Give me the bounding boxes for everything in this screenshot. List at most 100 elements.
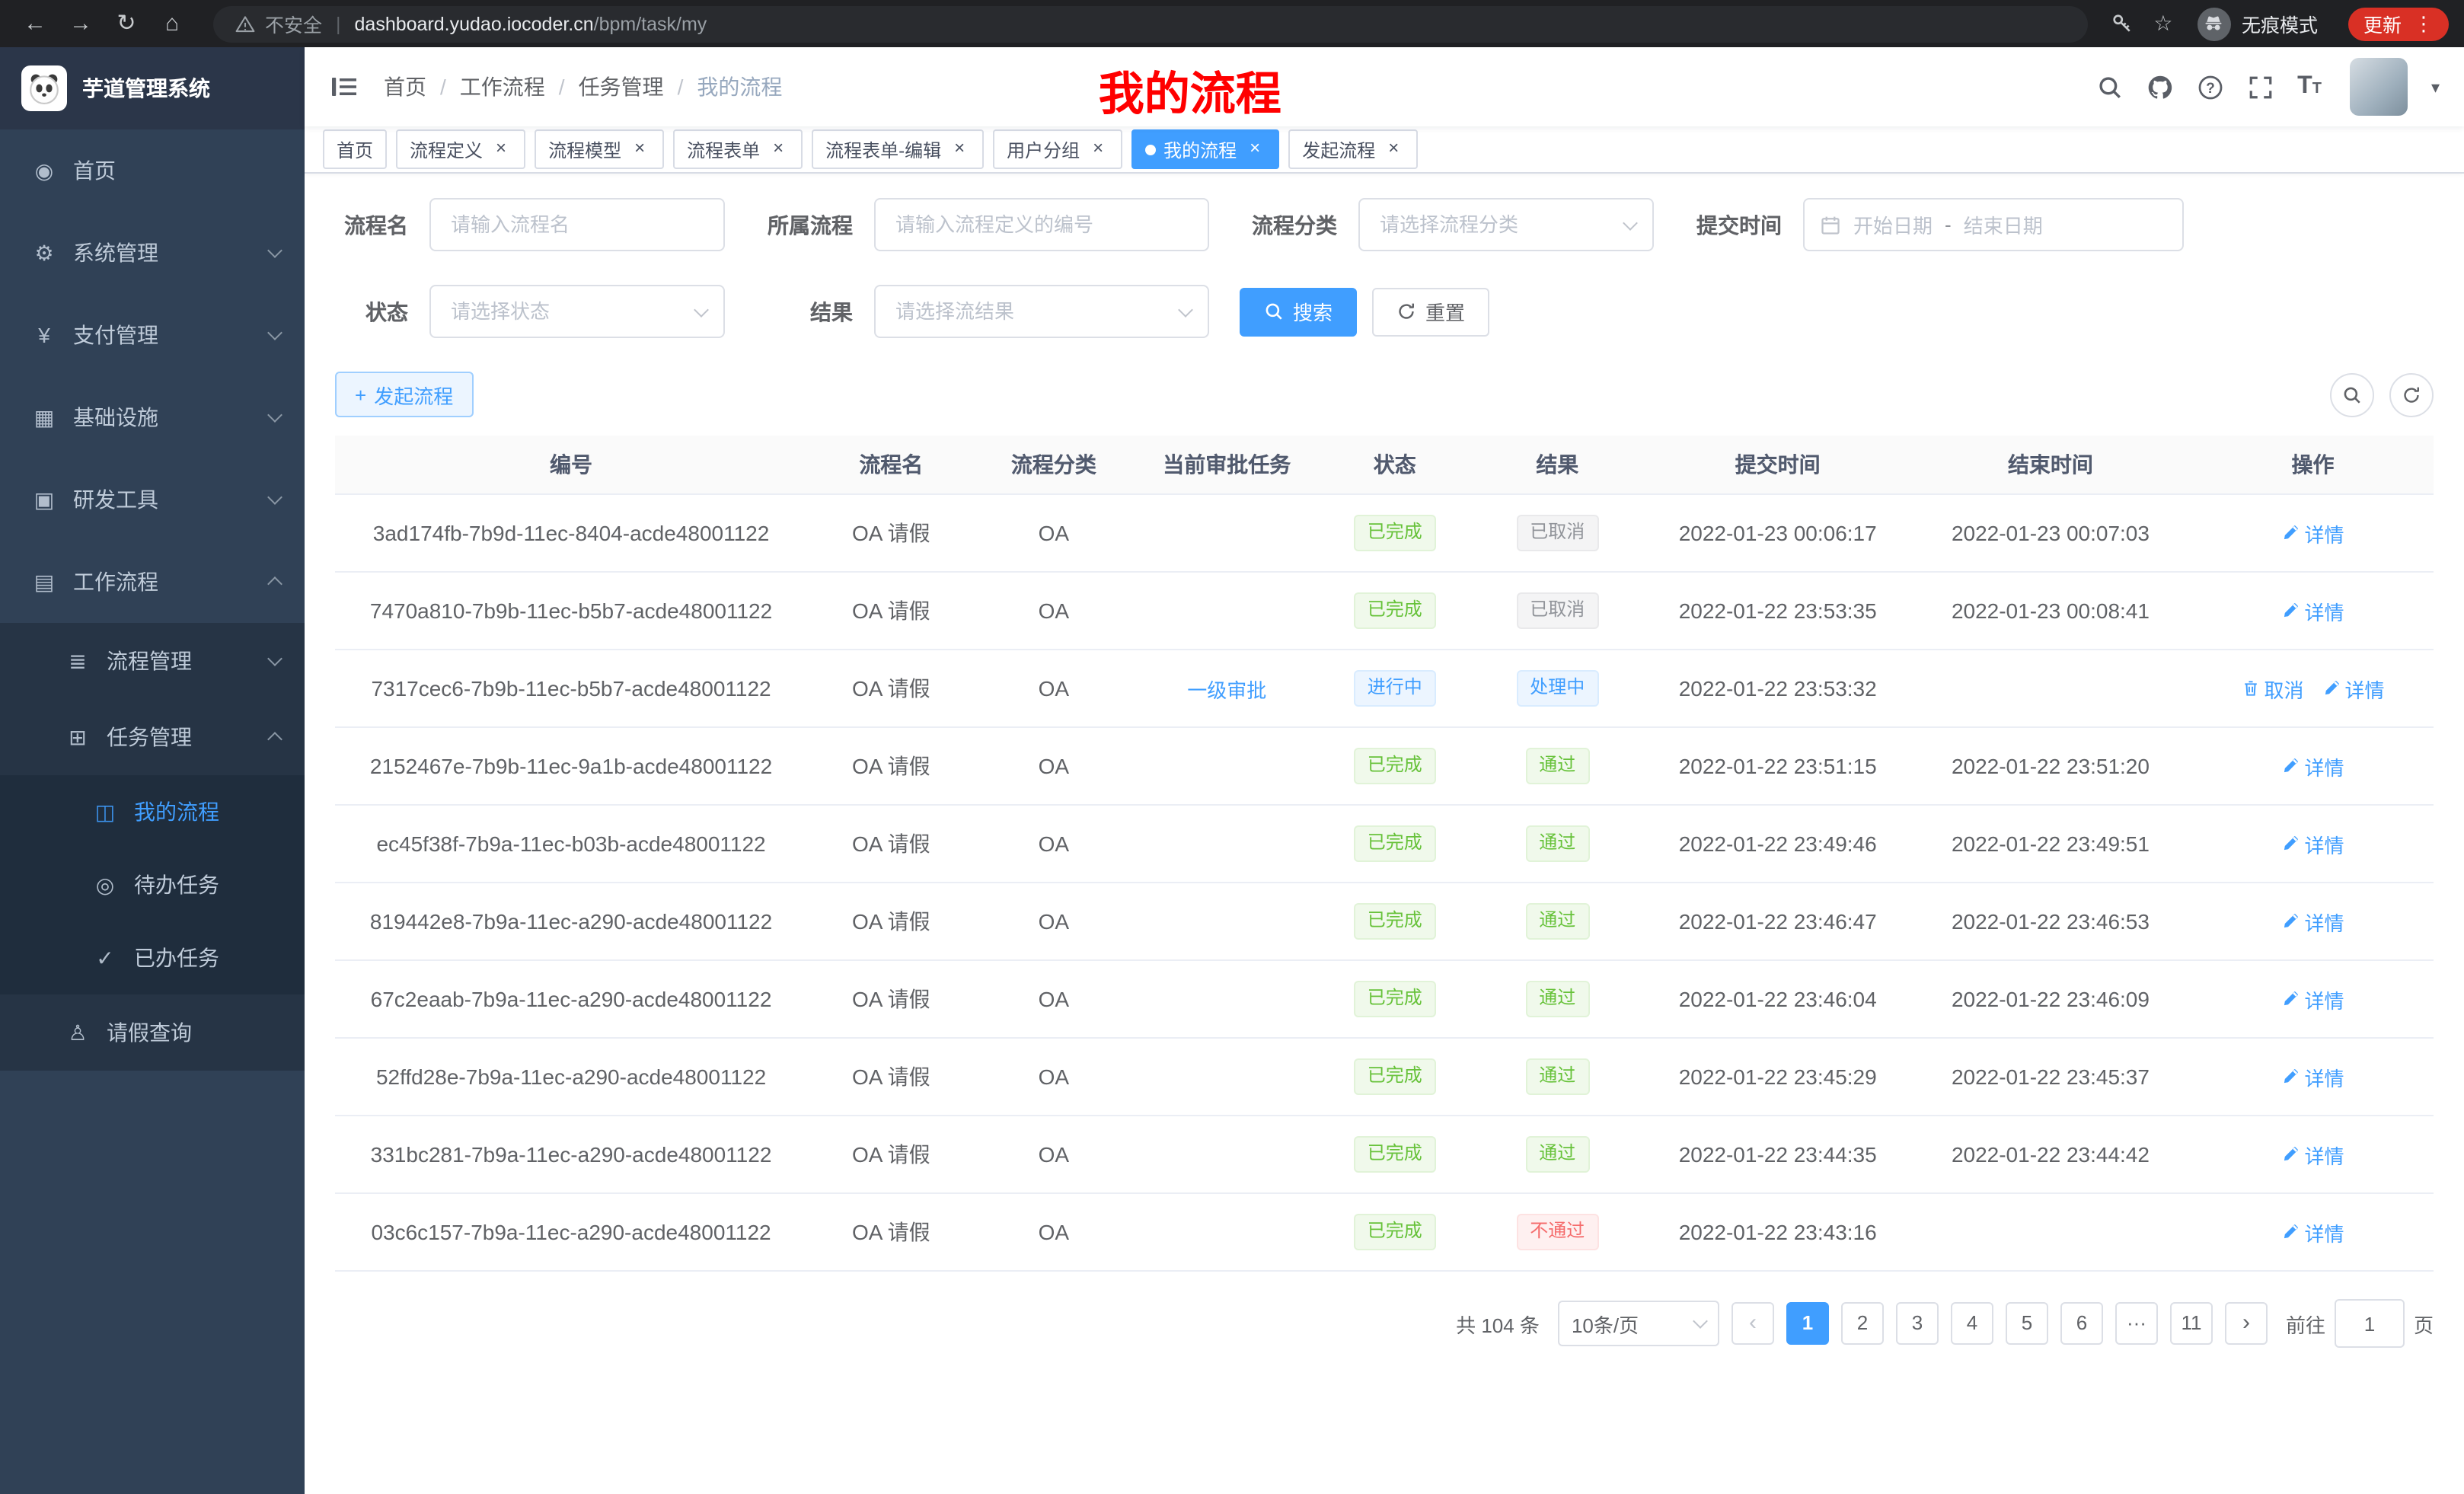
close-icon[interactable]: × xyxy=(490,139,512,160)
edit-icon xyxy=(2281,835,2300,853)
page-button-6[interactable]: 6 xyxy=(2060,1302,2103,1345)
detail-link[interactable]: 详情 xyxy=(2281,1218,2344,1247)
tab-流程模型[interactable]: 流程模型× xyxy=(535,129,664,169)
page-size-select[interactable]: 10条/页 xyxy=(1558,1301,1719,1346)
reload-icon[interactable]: ↻ xyxy=(107,0,146,47)
table-refresh-button[interactable] xyxy=(2389,372,2434,417)
page-button-1[interactable]: 1 xyxy=(1786,1302,1829,1345)
cancel-link[interactable]: 取消 xyxy=(2241,674,2303,703)
process-id-cell: 03c6c157-7b9a-11ec-a290-acde48001122 xyxy=(335,1193,807,1271)
page-button-3[interactable]: 3 xyxy=(1896,1302,1939,1345)
status-select-input[interactable] xyxy=(448,298,687,324)
detail-link[interactable]: 详情 xyxy=(2281,596,2344,625)
url-bar[interactable]: 不安全 | dashboard.yudao.iocoder.cn/bpm/tas… xyxy=(213,5,2088,42)
sidebar-item-system-mgmt[interactable]: ⚙系统管理 xyxy=(0,212,305,294)
close-icon[interactable]: × xyxy=(1087,139,1109,160)
status-select[interactable] xyxy=(429,285,725,338)
sidebar-item-done-tasks[interactable]: ✓已办任务 xyxy=(0,921,305,994)
start-process-button[interactable]: + 发起流程 xyxy=(335,372,473,417)
page-button-5[interactable]: 5 xyxy=(2006,1302,2048,1345)
detail-link[interactable]: 详情 xyxy=(2281,985,2344,1014)
prev-page-button[interactable]: ‹ xyxy=(1732,1302,1774,1345)
forward-icon[interactable]: → xyxy=(61,0,101,47)
font-size-icon[interactable]: TT xyxy=(2297,75,2322,99)
app-logo[interactable]: 芋道管理系统 xyxy=(0,47,305,129)
top-navbar: 首页/工作流程/任务管理/我的流程 我的流程 ? TT ▾ xyxy=(305,47,2464,126)
sidebar-item-payment-mgmt[interactable]: ¥支付管理 xyxy=(0,294,305,376)
page-button-4[interactable]: 4 xyxy=(1951,1302,1993,1345)
search-button[interactable]: 搜索 xyxy=(1240,287,1357,336)
hamburger-icon[interactable] xyxy=(329,72,359,102)
detail-link[interactable]: 详情 xyxy=(2281,1140,2344,1169)
github-icon[interactable] xyxy=(2146,73,2174,101)
tab-流程表单-编辑[interactable]: 流程表单-编辑× xyxy=(812,129,984,169)
breadcrumb-item[interactable]: 任务管理 xyxy=(579,72,664,102)
more-pages-button[interactable]: ··· xyxy=(2115,1302,2158,1345)
detail-link[interactable]: 详情 xyxy=(2281,519,2344,547)
category-select-input[interactable] xyxy=(1377,212,1616,238)
url-domain: dashboard.yudao.iocoder.cn xyxy=(355,13,594,34)
password-key-icon[interactable] xyxy=(2109,11,2135,37)
tab-发起流程[interactable]: 发起流程× xyxy=(1288,129,1418,169)
detail-link[interactable]: 详情 xyxy=(2281,907,2344,936)
close-icon[interactable]: × xyxy=(1244,139,1266,160)
page-button-2[interactable]: 2 xyxy=(1841,1302,1884,1345)
tab-用户分组[interactable]: 用户分组× xyxy=(993,129,1122,169)
update-button[interactable]: 更新 ⋮ xyxy=(2348,7,2449,40)
process-name-input[interactable] xyxy=(448,212,707,238)
submit-time-range-picker[interactable]: 开始日期 - 结束日期 xyxy=(1803,198,2184,251)
sidebar-item-workflow[interactable]: ▤工作流程 xyxy=(0,541,305,623)
result-select[interactable] xyxy=(874,285,1209,338)
tab-流程定义[interactable]: 流程定义× xyxy=(396,129,525,169)
sidebar-item-infrastructure[interactable]: ▦基础设施 xyxy=(0,376,305,458)
bookmark-star-icon[interactable]: ☆ xyxy=(2150,11,2176,37)
breadcrumb-item[interactable]: 工作流程 xyxy=(460,72,545,102)
page-button-11[interactable]: 11 xyxy=(2170,1302,2213,1345)
sidebar-item-label: 流程管理 xyxy=(107,646,192,676)
sidebar-item-my-process[interactable]: ◫我的流程 xyxy=(0,775,305,848)
sidebar-item-leave-query[interactable]: ♙请假查询 xyxy=(0,994,305,1071)
avatar[interactable] xyxy=(2351,58,2408,116)
tab-label: 流程表单 xyxy=(687,136,760,162)
breadcrumb-item[interactable]: 首页 xyxy=(384,72,426,102)
current-task-link[interactable]: 一级审批 xyxy=(1187,674,1266,703)
detail-link[interactable]: 详情 xyxy=(2281,829,2344,858)
tab-首页[interactable]: 首页 xyxy=(323,129,387,169)
caret-down-icon[interactable]: ▾ xyxy=(2431,77,2440,97)
next-page-button[interactable]: › xyxy=(2225,1302,2268,1345)
status-cell: 进行中 xyxy=(1321,650,1468,727)
incognito-badge: 无痕模式 xyxy=(2191,2,2333,45)
reset-button[interactable]: 重置 xyxy=(1372,287,1489,336)
sidebar-item-label: 待办任务 xyxy=(134,870,219,900)
table-search-toggle-button[interactable] xyxy=(2330,372,2374,417)
back-icon[interactable]: ← xyxy=(15,0,55,47)
category-cell: OA xyxy=(975,494,1133,572)
table-body: 3ad174fb-7b9d-11ec-8404-acde48001122OA 请… xyxy=(335,494,2434,1271)
result-cell: 通过 xyxy=(1468,805,1646,883)
detail-link[interactable]: 详情 xyxy=(2322,674,2384,703)
process-def-input[interactable] xyxy=(892,212,1191,238)
sidebar-item-task-mgmt[interactable]: ⊞任务管理 xyxy=(0,699,305,775)
tab-我的流程[interactable]: 我的流程× xyxy=(1131,129,1279,169)
sidebar-item-dev-tools[interactable]: ▣研发工具 xyxy=(0,458,305,541)
sidebar-item-todo-tasks[interactable]: ◎待办任务 xyxy=(0,848,305,921)
close-icon[interactable]: × xyxy=(949,139,970,160)
category-select[interactable] xyxy=(1358,198,1654,251)
home-icon[interactable]: ⌂ xyxy=(152,0,192,47)
search-icon[interactable] xyxy=(2096,73,2124,101)
close-icon[interactable]: × xyxy=(1383,139,1404,160)
fullscreen-icon[interactable] xyxy=(2247,73,2274,101)
detail-link[interactable]: 详情 xyxy=(2281,752,2344,781)
browser-menu-icon[interactable]: ⋮ xyxy=(2414,11,2434,36)
close-icon[interactable]: × xyxy=(768,139,789,160)
jump-page-input[interactable] xyxy=(2335,1299,2405,1348)
sidebar-item-home[interactable]: ◉首页 xyxy=(0,129,305,212)
tab-流程表单[interactable]: 流程表单 × xyxy=(673,129,803,169)
result-select-input[interactable] xyxy=(892,298,1171,324)
status-tag: 已完成 xyxy=(1354,515,1436,551)
detail-link[interactable]: 详情 xyxy=(2281,1062,2344,1091)
close-icon[interactable]: × xyxy=(629,139,650,160)
help-icon[interactable]: ? xyxy=(2197,73,2224,101)
sidebar-item-process-mgmt[interactable]: ≣流程管理 xyxy=(0,623,305,699)
status-cell: 已完成 xyxy=(1321,805,1468,883)
